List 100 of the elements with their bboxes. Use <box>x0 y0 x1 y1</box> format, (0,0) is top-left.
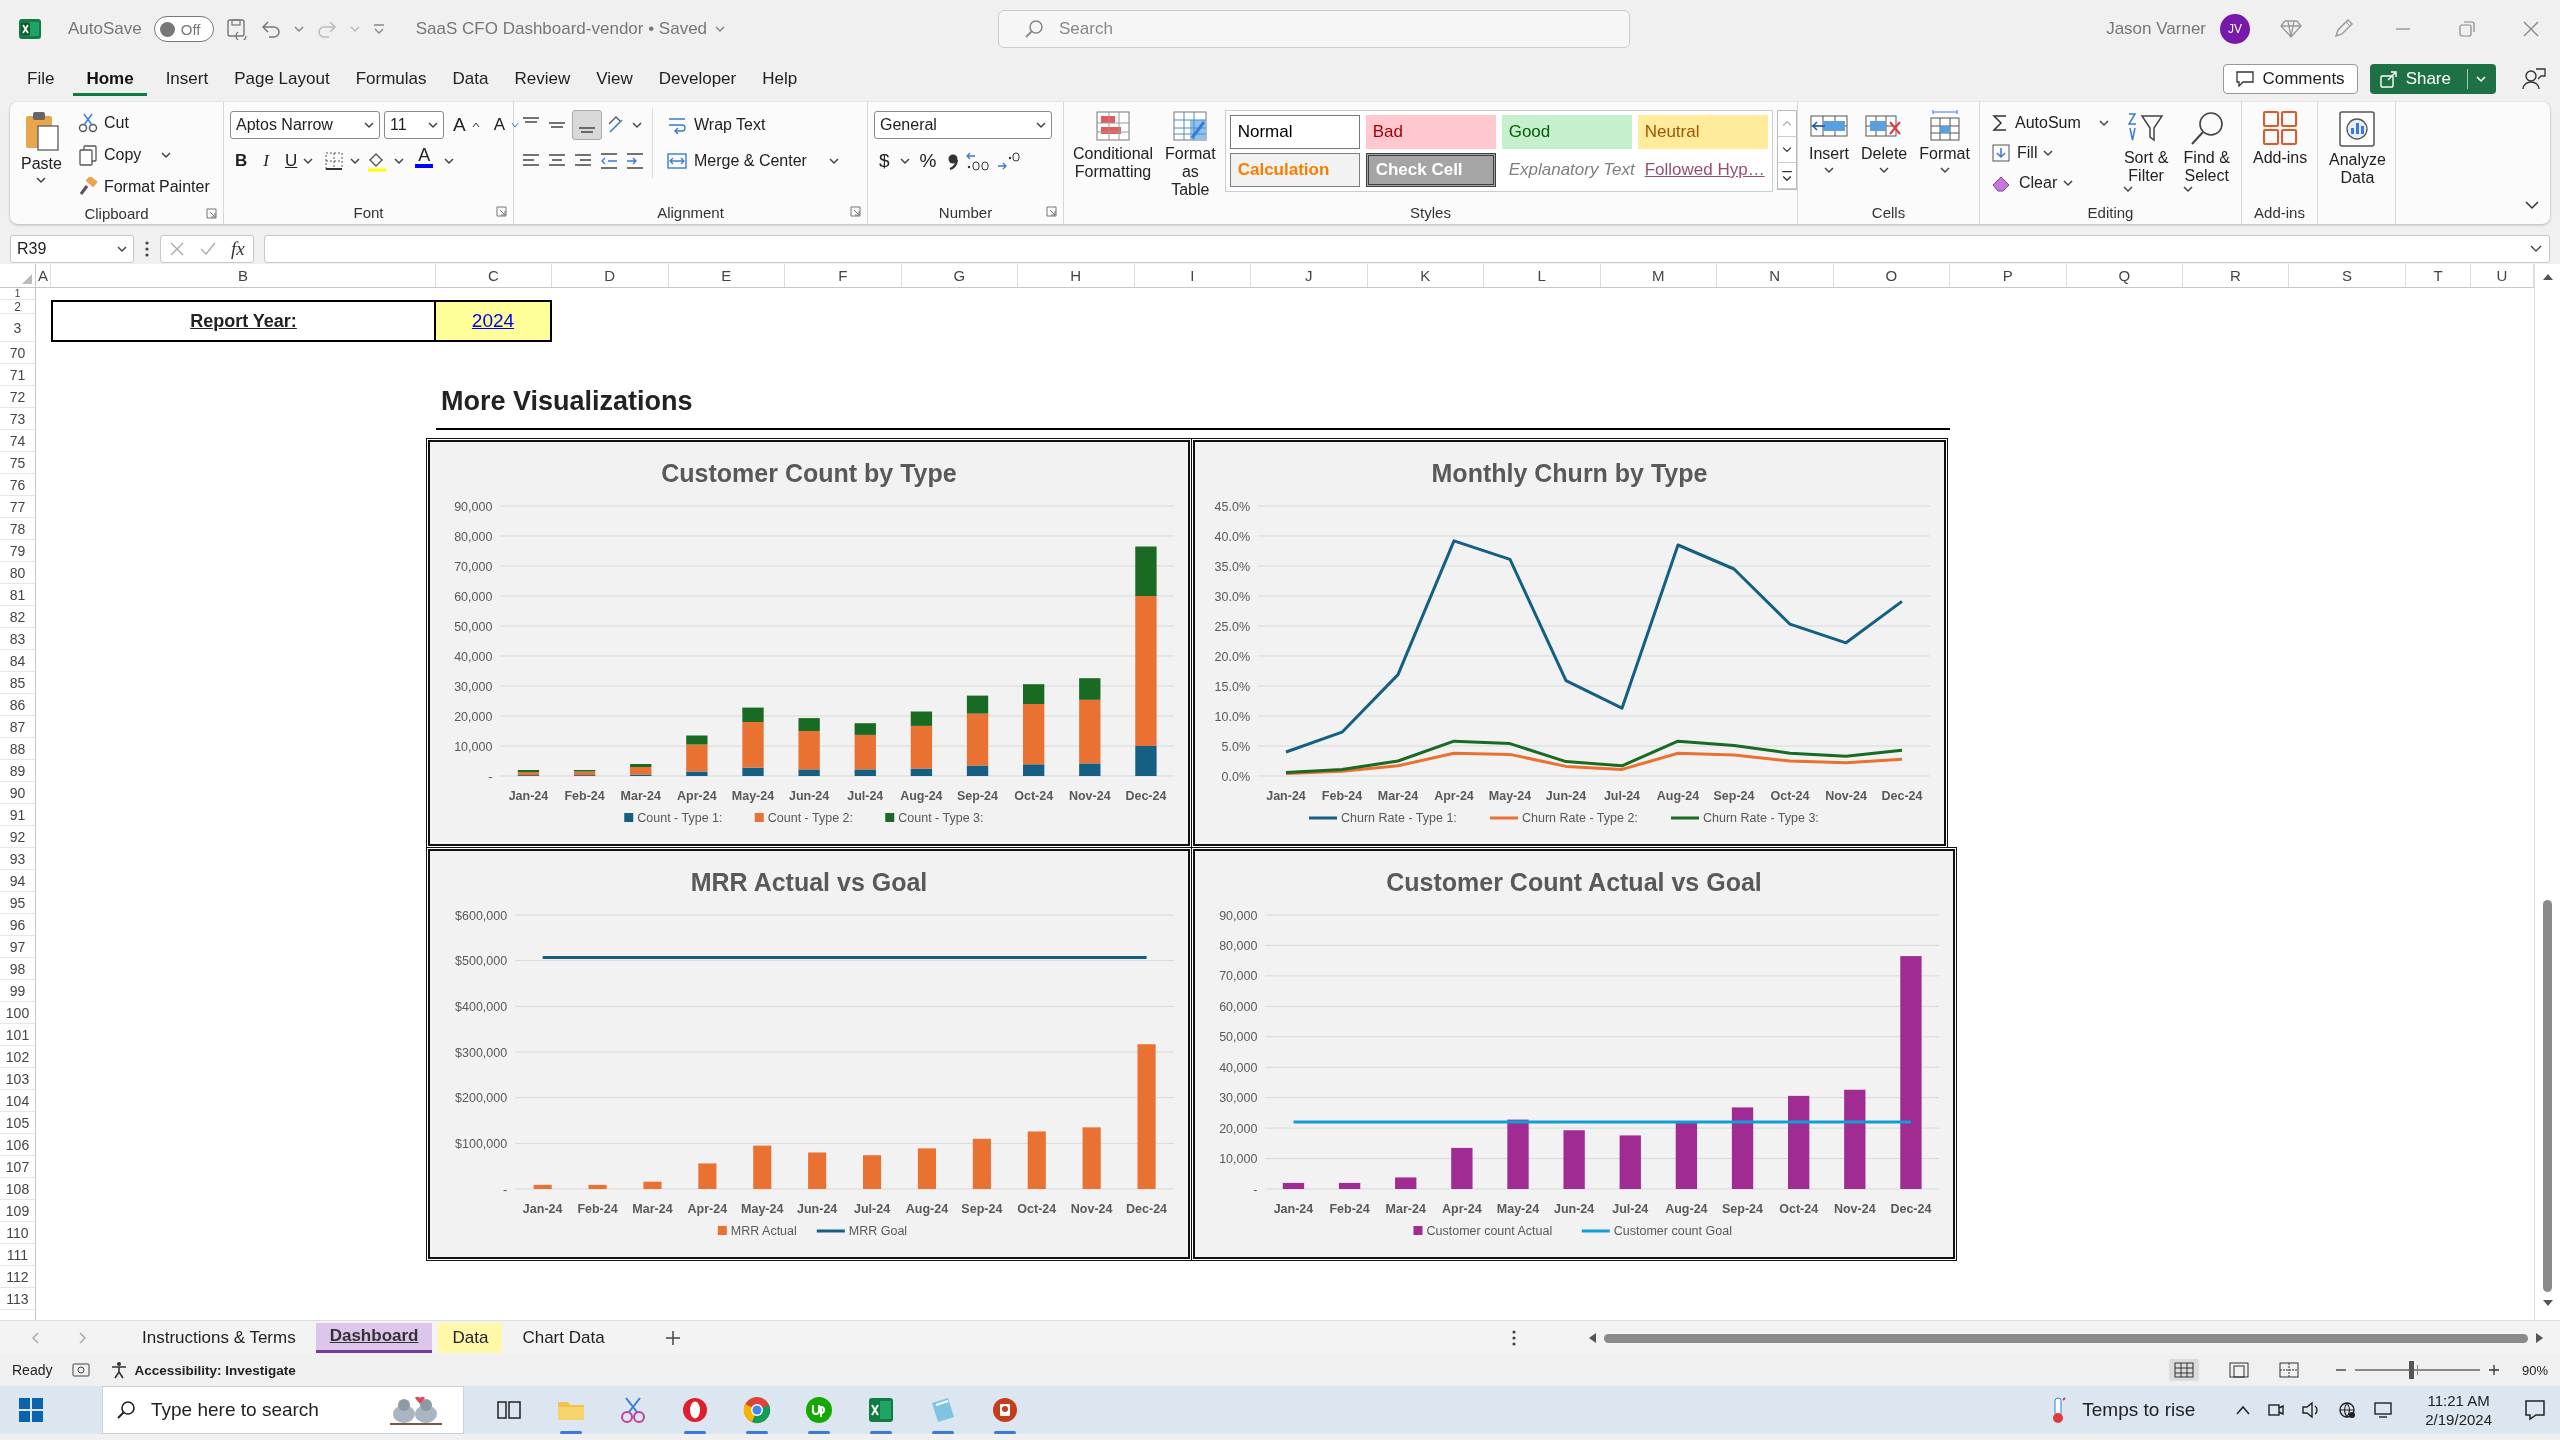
axis-label: Oct-24 <box>1017 1202 1057 1216</box>
axis-label: Nov-24 <box>1070 1202 1113 1216</box>
group-label: Styles <box>1410 203 1451 221</box>
axis-label: Sep-24 <box>957 789 999 803</box>
axis-label: Jul-24 <box>1603 789 1641 803</box>
axis-label: 70,000 <box>454 559 493 574</box>
axis-label: 80,000 <box>454 529 493 544</box>
axis-label: Mar-24 <box>1377 789 1419 803</box>
axis-label: Jun-24 <box>797 1202 838 1216</box>
axis-label: 30.0% <box>1214 589 1250 604</box>
axis-label: $300,000 <box>455 1045 508 1060</box>
axis-label: Dec-24 <box>1881 789 1923 803</box>
axis-label: Dec-24 <box>1126 1202 1168 1216</box>
axis-label: 90,000 <box>454 499 493 514</box>
legend-item: Customer count Actual <box>1413 1224 1553 1238</box>
axis-label: 45.0% <box>1214 499 1250 514</box>
axis-label: Feb-24 <box>564 789 605 803</box>
axis-label: 50,000 <box>1219 1030 1258 1045</box>
axis-label: 10,000 <box>454 739 493 754</box>
axis-label: Mar-24 <box>1385 1202 1426 1216</box>
report-year-label: Report Year: <box>51 300 436 342</box>
axis-label: 40,000 <box>1219 1060 1258 1075</box>
axis-label: 40,000 <box>454 649 493 664</box>
axis-label: Feb-24 <box>577 1202 618 1216</box>
legend-item: Churn Rate - Type 3: <box>1671 811 1819 825</box>
chart-title: Customer Count by Type <box>661 459 957 487</box>
axis-label: Aug-24 <box>905 1202 949 1216</box>
axis-label: Nov-24 <box>1068 789 1111 803</box>
axis-label: 5.0% <box>1221 739 1250 754</box>
axis-label: May-24 <box>741 1202 784 1216</box>
axis-label: Jun-24 <box>789 789 830 803</box>
legend-item: MRR Actual <box>717 1224 797 1238</box>
axis-label: Oct-24 <box>1014 789 1054 803</box>
axis-label: $200,000 <box>455 1091 508 1106</box>
legend-label: MRR Goal <box>848 1224 908 1238</box>
axis-label: Sep-24 <box>1713 789 1755 803</box>
axis-label: 20,000 <box>1219 1121 1258 1136</box>
axis-label: 10,000 <box>1219 1152 1258 1167</box>
axis-label: Jul-24 <box>854 1202 891 1216</box>
chart-title: MRR Actual vs Goal <box>690 868 928 896</box>
axis-label: 30,000 <box>1219 1091 1258 1106</box>
axis-label: 80,000 <box>1219 938 1258 953</box>
axis-label: Aug-24 <box>900 789 943 803</box>
axis-label: Nov-24 <box>1833 1202 1876 1216</box>
axis-label: 35.0% <box>1214 559 1250 574</box>
axis-label: Jan-24 <box>508 789 549 803</box>
axis-label: $100,000 <box>455 1136 508 1151</box>
group-label: Cells <box>1871 203 1906 221</box>
axis-label: 0.0% <box>1221 769 1250 784</box>
axis-label: Jan-24 <box>1273 1202 1314 1216</box>
axis-label: 60,000 <box>1219 999 1258 1014</box>
group-label: Editing <box>2087 203 2134 221</box>
chart-title: Monthly Churn by Type <box>1431 459 1708 487</box>
legend-item: Count - Type 1: <box>624 811 723 825</box>
axis-label: Apr-24 <box>1442 1202 1482 1216</box>
axis-label: 30,000 <box>454 679 493 694</box>
status-text: Ready <box>12 1362 53 1378</box>
group-label: Font <box>353 203 384 221</box>
axis-label: Mar-24 <box>632 1202 673 1216</box>
axis-label: 10.0% <box>1214 709 1250 724</box>
legend-item: MRR Goal <box>816 1224 908 1238</box>
axis-label: 25.0% <box>1214 619 1250 634</box>
legend-item: Churn Rate - Type 2: <box>1490 811 1638 825</box>
axis-label: $500,000 <box>455 954 508 969</box>
section-heading: More Visualizations <box>436 386 1950 430</box>
legend-label: Churn Rate - Type 1: <box>1341 811 1457 825</box>
legend-item: Customer count Goal <box>1581 1224 1732 1238</box>
legend-label: Churn Rate - Type 2: <box>1522 811 1638 825</box>
axis-label: 50,000 <box>454 619 493 634</box>
axis-label: Mar-24 <box>620 789 661 803</box>
axis-label: Apr-24 <box>1434 789 1474 803</box>
axis-label: Jul-24 <box>1612 1202 1649 1216</box>
axis-label: 60,000 <box>454 589 493 604</box>
axis-label: 40.0% <box>1214 529 1250 544</box>
axis-label: Aug-24 <box>1665 1202 1708 1216</box>
document-title: SaaS CFO Dashboard-vendor • Saved <box>415 19 708 39</box>
legend-label: MRR Actual <box>730 1224 797 1238</box>
axis-label: Jul-24 <box>847 789 884 803</box>
group-label: Number <box>938 203 993 221</box>
autosave-label: AutoSave <box>68 19 142 39</box>
legend-item: Count - Type 2: <box>754 811 853 825</box>
axis-label: May-24 <box>1496 1202 1540 1216</box>
axis-label: $600,000 <box>455 908 508 923</box>
axis-label: Aug-24 <box>1656 789 1700 803</box>
axis-label: Oct-24 <box>1770 789 1810 803</box>
legend-label: Customer count Goal <box>1613 1224 1732 1238</box>
axis-label: Sep-24 <box>961 1202 1003 1216</box>
axis-label: May-24 <box>1488 789 1532 803</box>
axis-label: 70,000 <box>1219 969 1258 984</box>
group-label: Add-ins <box>2254 203 2305 221</box>
axis-label: Oct-24 <box>1779 1202 1819 1216</box>
group-label: Alignment <box>657 203 724 221</box>
axis-label: - <box>1253 1182 1258 1197</box>
legend-item: Churn Rate - Type 1: <box>1309 811 1457 825</box>
axis-label: Apr-24 <box>687 1202 728 1216</box>
weather-text: Temps to rise <box>2082 1399 2196 1421</box>
axis-label: 90,000 <box>1219 908 1258 923</box>
axis-label: Feb-24 <box>1329 1202 1370 1216</box>
axis-label: Sep-24 <box>1722 1202 1764 1216</box>
axis-label: Feb-24 <box>1321 789 1363 803</box>
